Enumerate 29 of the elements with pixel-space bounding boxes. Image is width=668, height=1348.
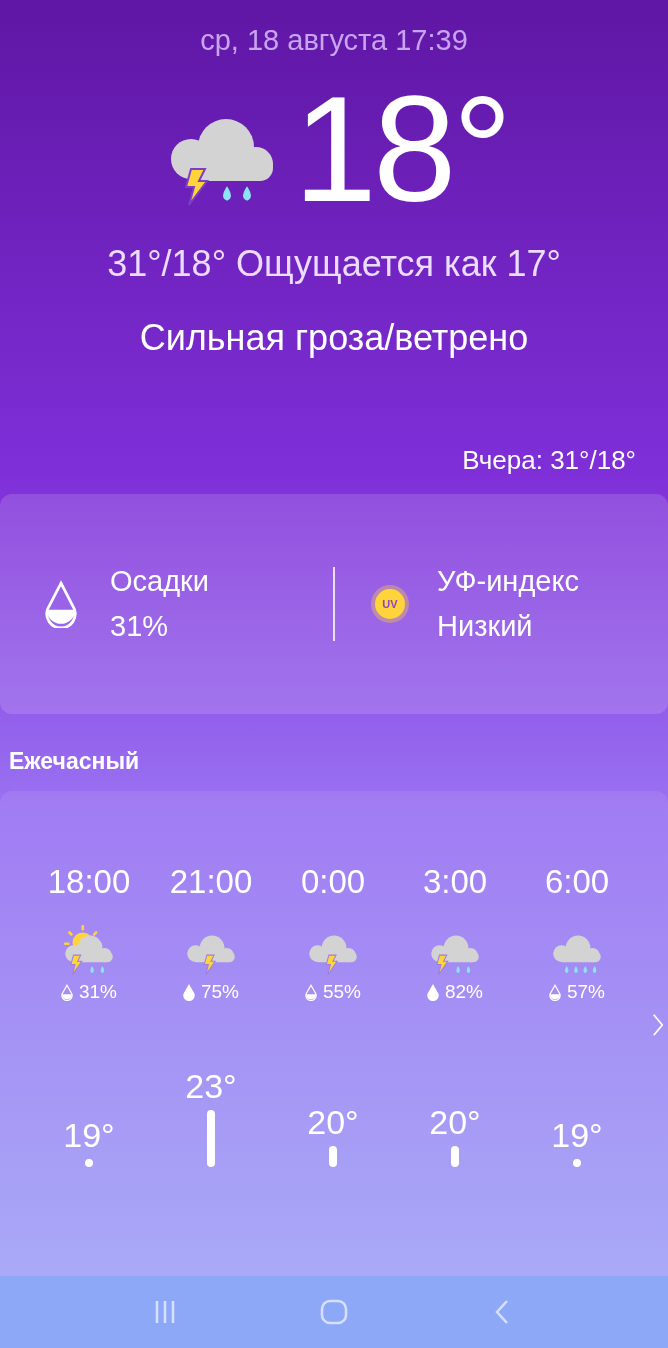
yesterday-temperature: Вчера: 31°/18° bbox=[462, 445, 636, 476]
hour-temperature: 20° bbox=[429, 1103, 481, 1142]
hour-time: 6:00 bbox=[544, 863, 610, 901]
precipitation-chance: 75% bbox=[201, 981, 239, 1003]
chevron-right-icon[interactable] bbox=[652, 1013, 664, 1037]
temperature-range: 31°/18° Ощущается как 17° bbox=[106, 243, 562, 285]
hour-temperature: 19° bbox=[63, 1116, 115, 1155]
water-drop-icon bbox=[44, 580, 78, 628]
hour-time: 21:00 bbox=[169, 863, 253, 901]
current-temperature: 18° bbox=[293, 74, 509, 224]
hour-temperature: 20° bbox=[307, 1103, 359, 1142]
hour-time: 0:00 bbox=[300, 863, 366, 901]
precipitation-chance: 82% bbox=[445, 981, 483, 1003]
detail-value: 31% bbox=[110, 610, 170, 643]
uv-sun-icon: UV bbox=[375, 589, 405, 619]
home-icon[interactable] bbox=[319, 1297, 349, 1327]
section-title: Ежечасный bbox=[9, 748, 141, 775]
hour-temperature: 23° bbox=[185, 1067, 237, 1106]
detail-value: Низкий bbox=[437, 610, 534, 643]
hour-time: 3:00 bbox=[422, 863, 488, 901]
date-time: ср, 18 августа 17:39 bbox=[199, 24, 469, 57]
hour-temperature: 19° bbox=[551, 1116, 603, 1155]
precipitation-chance: 57% bbox=[567, 981, 605, 1003]
detail-label: УФ-индекс bbox=[437, 565, 579, 598]
precipitation-chance: 55% bbox=[323, 981, 361, 1003]
weather-condition: Сильная гроза/ветрено bbox=[138, 317, 530, 359]
precipitation-chance: 31% bbox=[79, 981, 117, 1003]
detail-label: Осадки bbox=[110, 565, 209, 598]
hour-time: 18:00 bbox=[47, 863, 131, 901]
